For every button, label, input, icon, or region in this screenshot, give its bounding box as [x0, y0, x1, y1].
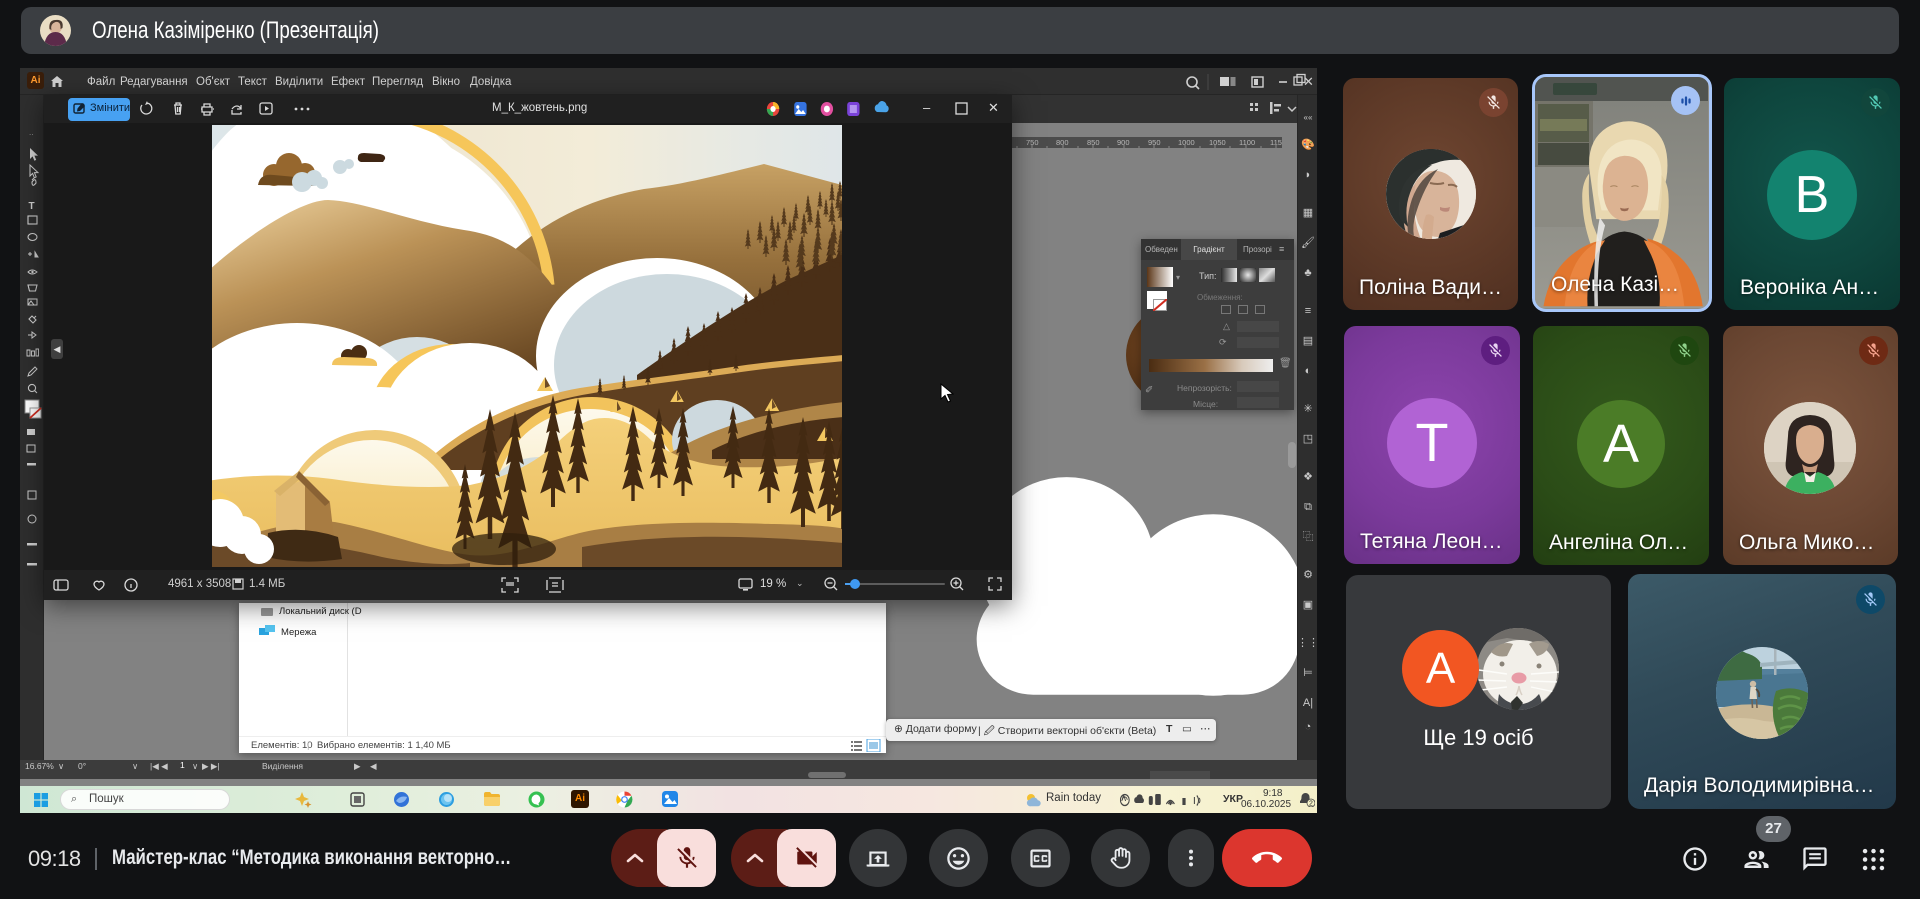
svg-text:♣: ♣ [1304, 267, 1311, 279]
svg-text:❖: ❖ [1303, 471, 1313, 483]
svg-text:««: «« [1304, 113, 1313, 122]
svg-text:◳: ◳ [1303, 433, 1313, 445]
svg-text:T: T [29, 201, 35, 212]
svg-text:▦: ▦ [1303, 207, 1313, 219]
svg-text:✳: ✳ [1303, 403, 1312, 415]
svg-text:⧉: ⧉ [1304, 501, 1312, 513]
svg-text:2: 2 [1309, 801, 1313, 807]
svg-text:A|: A| [1303, 697, 1313, 709]
svg-text:⊨: ⊨ [1303, 667, 1313, 679]
svg-text:◗: ◗ [1305, 169, 1312, 181]
svg-text:◔: ◔ [1305, 721, 1312, 733]
svg-text:≡: ≡ [1305, 305, 1311, 317]
svg-text:◐: ◐ [1305, 365, 1312, 377]
svg-text:▣: ▣ [1303, 599, 1313, 611]
svg-text:⚙: ⚙ [1303, 569, 1313, 581]
svg-text:🖌: 🖌 [1301, 236, 1315, 249]
svg-text:⿻: ⿻ [1303, 530, 1314, 543]
svg-text:▤: ▤ [1303, 335, 1313, 347]
svg-text:..: .. [29, 128, 33, 137]
svg-text:🎨: 🎨 [1301, 137, 1315, 151]
svg-text:⋮⋮: ⋮⋮ [1299, 637, 1317, 649]
